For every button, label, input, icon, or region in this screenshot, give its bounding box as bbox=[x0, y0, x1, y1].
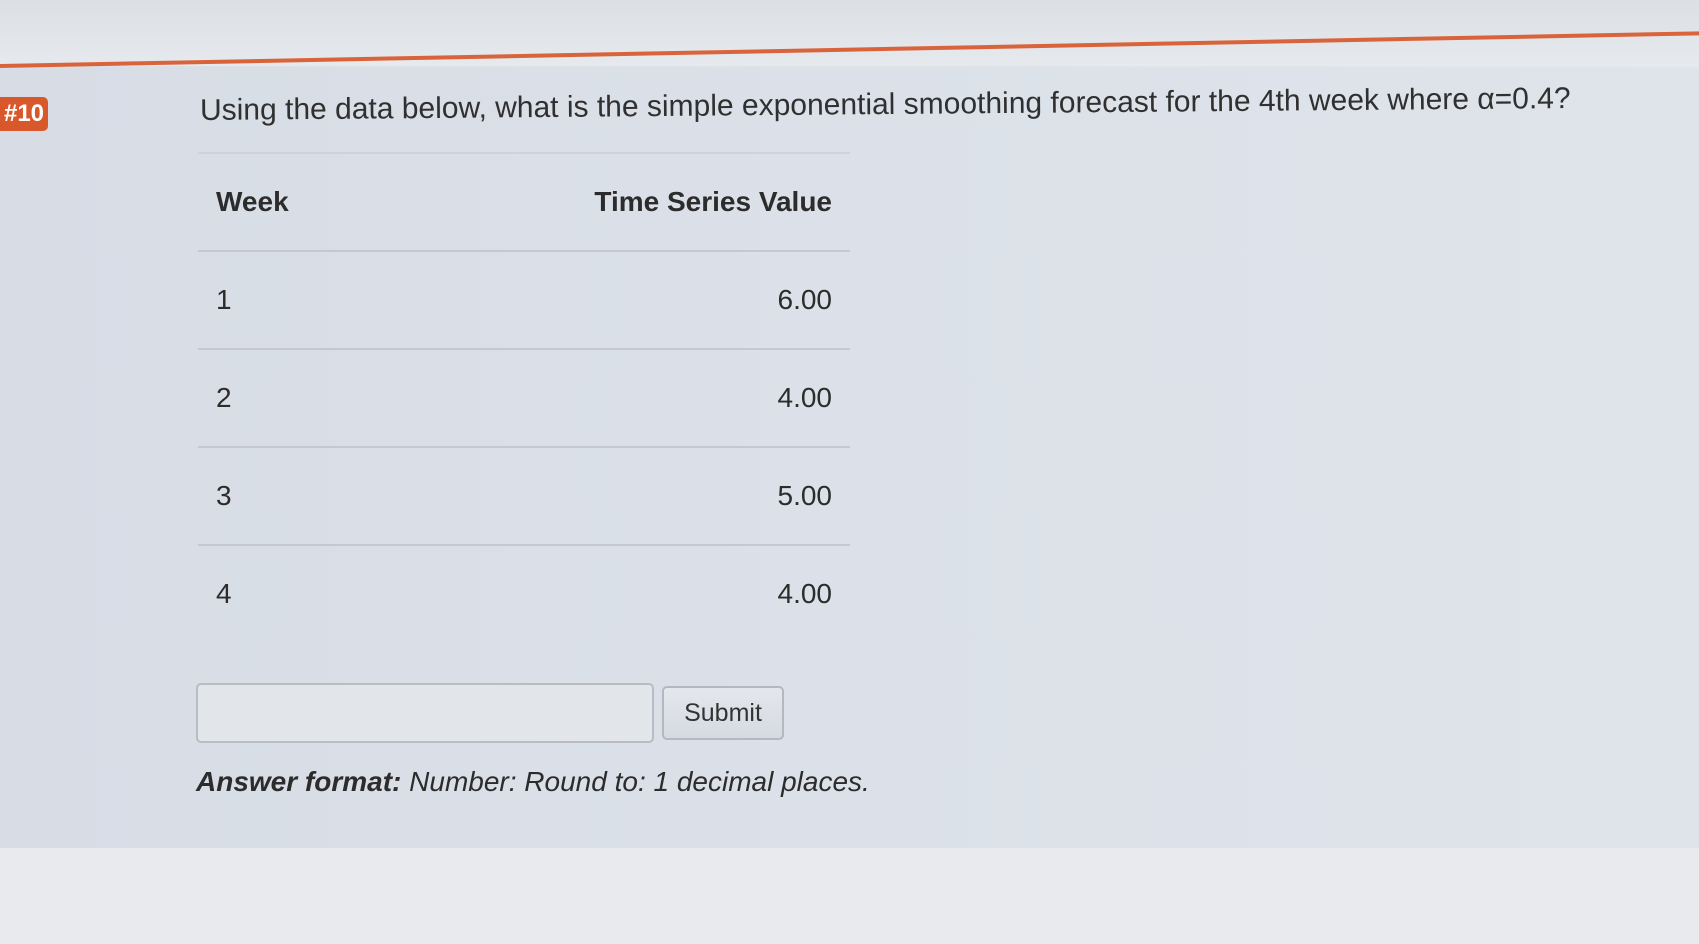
table-row: 3 5.00 bbox=[198, 446, 850, 545]
column-header-time-series-value: Time Series Value bbox=[524, 152, 850, 251]
column-header-week: Week bbox=[198, 152, 524, 251]
week-cell: 4 bbox=[198, 544, 524, 642]
question-number-badge: #10 bbox=[0, 97, 48, 131]
data-table: Week Time Series Value 1 6.00 2 4.00 3 5… bbox=[198, 152, 850, 642]
value-cell: 4.00 bbox=[524, 544, 850, 642]
bottom-band bbox=[0, 848, 1699, 944]
table-row: 2 4.00 bbox=[198, 348, 850, 447]
week-cell: 3 bbox=[198, 446, 524, 545]
table-row: 4 4.00 bbox=[198, 544, 850, 642]
answer-format: Answer format: Number: Round to: 1 decim… bbox=[196, 766, 870, 798]
value-cell: 6.00 bbox=[524, 250, 850, 349]
week-cell: 2 bbox=[198, 348, 524, 447]
value-cell: 5.00 bbox=[524, 446, 850, 545]
table-header-row: Week Time Series Value bbox=[198, 152, 850, 251]
answer-input[interactable] bbox=[196, 683, 654, 743]
answer-format-text: Number: Round to: 1 decimal places. bbox=[409, 766, 870, 797]
top-band bbox=[0, 0, 1699, 66]
table-row: 1 6.00 bbox=[198, 250, 850, 349]
submit-button[interactable]: Submit bbox=[662, 686, 784, 740]
value-cell: 4.00 bbox=[524, 348, 850, 447]
answer-format-label: Answer format: bbox=[196, 766, 402, 797]
week-cell: 1 bbox=[198, 250, 524, 349]
